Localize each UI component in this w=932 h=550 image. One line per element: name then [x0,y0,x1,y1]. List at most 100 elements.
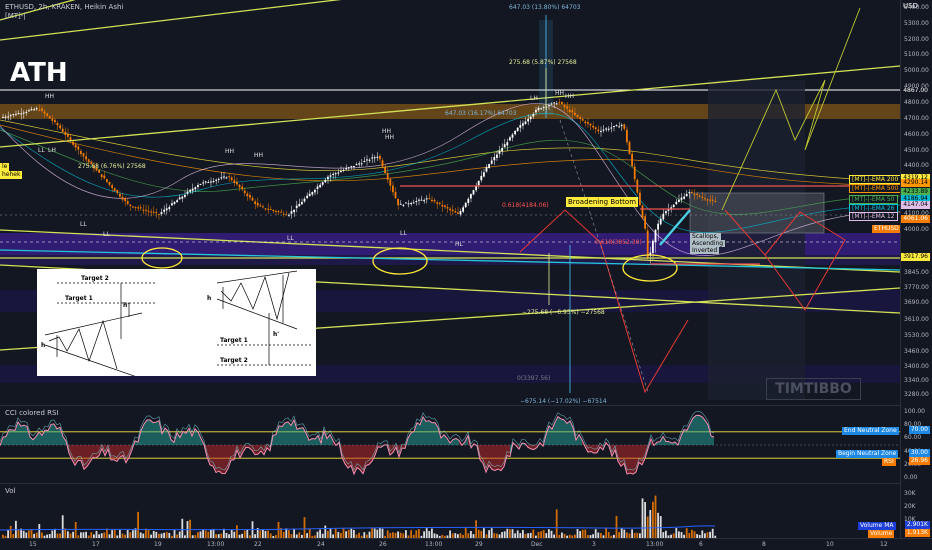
swing-label: LH [48,147,56,154]
candle-body [535,109,537,113]
candle-body [709,199,711,201]
volume-bar [654,495,657,538]
candle-body [303,198,306,202]
time-axis[interactable]: 15 17 19 13:00 22 24 26 13:00 29 Dec 3 13:00 6 8 10 12 [0,538,932,550]
volume-bar [678,531,680,538]
candle-body [217,178,220,180]
candle-body [628,141,631,155]
vol-title: Vol [5,487,16,495]
cci-fill [432,422,435,445]
volume-bar [371,528,373,538]
time-tick: 12 [880,541,888,548]
candle-body [529,116,532,120]
measure-left-label: 275.68 (6.76%) 27568 [78,163,146,170]
candle-body [33,109,35,111]
volume-bar [488,530,490,538]
candle-body [407,203,410,205]
candle-body [160,212,163,215]
volume-bar [405,530,407,538]
swing-label: LL [38,147,45,154]
volume-bar [657,512,659,538]
cci-fill [21,425,24,445]
cci-fill [273,434,276,445]
swing-label: HH [254,152,263,159]
candle-body [579,117,581,119]
candle-body [204,181,207,183]
candle-body [553,102,555,104]
cci-fill [84,445,87,470]
cci-rsi-canvas[interactable] [0,406,900,483]
candle-body [454,211,457,213]
candle-body [696,193,698,195]
volume-bar [620,528,623,538]
volume-bar [267,530,269,538]
candle-body [436,202,438,204]
cci-rsi-pane[interactable]: CCI colored RSI End Neutral Zone Begin N… [0,405,900,483]
volume-bar [28,530,30,538]
candle-body [295,205,298,209]
candle-body [477,180,480,186]
candle-body [685,193,688,197]
candle-body [711,199,714,201]
candle-body [425,198,428,200]
left-hprime-label: h' [123,302,130,309]
candle-body [64,131,67,135]
volume-bar [675,528,678,538]
candle-body [199,183,202,185]
candle-body [139,207,142,209]
price-axis[interactable]: USD 5400.00 5300.00 5200.00 5100.00 5000.00 4… [900,0,932,538]
candle-body [483,172,485,177]
candle-body [381,160,384,167]
candle-body [236,181,238,185]
candle-body [134,206,137,208]
cci-fill [93,445,96,458]
volume-bar [415,530,418,538]
symbol-title: ETHUSD, 2h, KRAKEN, Heikin Ashi [5,3,124,11]
candle-body [176,200,178,203]
candle-body [501,148,503,152]
cci-fill [696,415,699,445]
candle-body [714,200,717,202]
cci-fill [114,445,117,462]
volume-bar [483,528,485,538]
candle-body [59,125,61,129]
candle-body [69,137,72,141]
candle-body [597,129,600,132]
volume-ma-label: Volume MA [858,522,896,530]
volume-bar [623,529,626,538]
candle-body [267,208,269,210]
price-pane[interactable]: HH LL LH HH LL HH HH LH LL HH HH LL LL HL HH ETHUSD, 2… [0,0,900,405]
volume-bar [285,528,288,538]
candle-body [496,154,498,158]
volume-bar [548,529,550,538]
price-tick: 3610.00 [904,316,929,323]
candle-body [509,137,511,141]
candle-body [459,211,462,215]
candle-body [342,169,345,171]
candle-body [158,214,160,216]
candle-body [67,133,69,137]
fib-618-upper: 0.618(4184.06) [502,202,549,209]
candle-body [379,155,381,160]
volume-bar [490,528,493,538]
candle-body [207,182,210,184]
left-target-1-label: Target 1 [65,295,93,302]
time-tick: 13:00 [425,541,443,548]
candle-body [605,128,607,130]
time-tick: 15 [29,541,37,548]
volume-bar [288,530,290,538]
swing-label: LH [530,95,538,102]
volume-bar [243,530,246,538]
volume-bar [542,530,545,538]
volume-tick: 30K [904,490,916,497]
volume-canvas[interactable] [0,484,900,538]
price-label: 4290.14 [901,178,930,187]
cci-fill [693,415,696,445]
volume-bar [470,530,472,538]
candle-body [428,198,431,200]
volume-bar [132,530,134,538]
cci-fill [150,419,153,445]
volume-bar [113,528,116,538]
price-tick: 3280.00 [904,391,929,398]
volume-pane[interactable]: Vol Volume MA Volume [0,483,900,538]
